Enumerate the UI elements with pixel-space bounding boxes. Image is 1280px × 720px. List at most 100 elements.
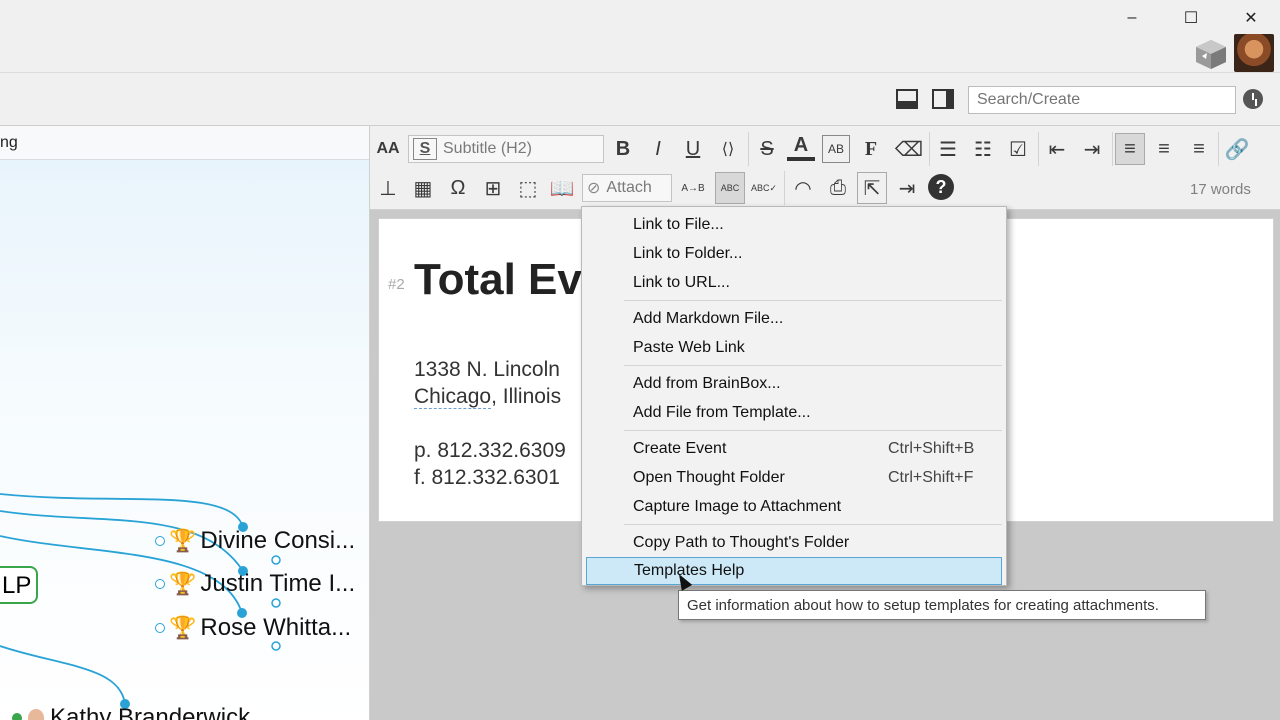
incognito-icon[interactable]: ◠ <box>789 174 817 202</box>
thought-node[interactable]: 🏆 Rose Whitta... <box>155 614 351 642</box>
fax-text[interactable]: f. 812.332.6301 <box>414 466 560 490</box>
menu-item-label: Templates Help <box>634 562 745 579</box>
menu-separator <box>624 300 1002 301</box>
node-connector-icon[interactable] <box>155 623 165 633</box>
search-input[interactable] <box>968 86 1236 114</box>
document-heading[interactable]: Total Eve <box>414 255 606 305</box>
toolbar-divider <box>929 132 930 166</box>
align-left-icon[interactable]: ≡ <box>1115 133 1145 165</box>
menu-item-copy-path[interactable]: Copy Path to Thought's Folder <box>586 529 1002 557</box>
highlight-icon[interactable]: AB <box>822 135 850 163</box>
trophy-icon: 🏆 <box>169 528 197 553</box>
menu-item-label: Open Thought Folder <box>633 469 785 486</box>
menu-item-label: Link to File... <box>633 216 724 233</box>
crop-icon[interactable]: ⬚ <box>514 174 542 202</box>
print-icon[interactable]: ⎙ <box>824 174 852 202</box>
layout-right-icon[interactable] <box>932 89 954 109</box>
city-text: Chicago <box>414 385 492 409</box>
menu-separator <box>624 524 1002 525</box>
heading-level-marker: #2 <box>388 276 405 293</box>
word-count-icon[interactable]: ABC <box>715 172 745 204</box>
menu-item-capture-image[interactable]: Capture Image to Attachment <box>586 493 1002 521</box>
toolbar-divider <box>748 132 749 166</box>
attach-button[interactable]: ⊘ Attach <box>582 174 672 202</box>
thought-node[interactable]: Kathy Branderwick <box>12 704 250 720</box>
node-label: Justin Time I... <box>200 570 356 597</box>
node-label: Divine Consi... <box>200 527 356 554</box>
code-icon[interactable]: ⟨⟩ <box>714 135 742 163</box>
node-connector-icon[interactable] <box>155 579 165 589</box>
bold-button[interactable]: B <box>609 135 637 163</box>
font-color-icon[interactable]: A <box>787 133 815 161</box>
align-right-icon[interactable]: ≡ <box>1185 135 1213 163</box>
menu-item-label: Link to URL... <box>633 274 730 291</box>
strikethrough-button[interactable]: S <box>753 135 781 163</box>
node-connector-icon[interactable] <box>12 713 22 720</box>
presentation-icon[interactable]: ⇱ <box>857 172 887 204</box>
link-icon[interactable]: 🔗 <box>1223 135 1251 163</box>
font-size-icon[interactable]: AA <box>374 135 402 163</box>
collapse-icon[interactable]: ⇥ <box>893 174 921 202</box>
thought-node[interactable]: 🏆 Justin Time I... <box>155 570 355 598</box>
calendar-icon[interactable]: ▦ <box>409 174 437 202</box>
book-icon[interactable]: 📖 <box>548 174 576 202</box>
brainbox-icon[interactable] <box>1194 38 1228 70</box>
node-connector-icon[interactable] <box>155 536 165 546</box>
numbered-list-icon[interactable]: ☷ <box>969 135 997 163</box>
menu-separator <box>624 365 1002 366</box>
menu-item-add-from-brainbox[interactable]: Add from BrainBox... <box>586 370 1002 398</box>
menu-item-link-to-url[interactable]: Link to URL... <box>586 269 1002 297</box>
table-icon[interactable]: ⊞ <box>479 174 507 202</box>
address-line-2[interactable]: Chicago, Illinois <box>414 385 561 409</box>
maximize-button[interactable]: ☐ <box>1168 4 1214 32</box>
menu-item-paste-web-link[interactable]: Paste Web Link <box>586 334 1002 362</box>
person-icon <box>28 709 44 720</box>
user-avatar[interactable] <box>1234 34 1274 72</box>
horizontal-rule-icon[interactable]: ⊥ <box>374 174 402 202</box>
node-label: LP <box>2 572 32 599</box>
replace-icon[interactable]: A→B <box>679 174 707 202</box>
parent-thought-node[interactable]: LP <box>0 566 38 604</box>
thought-node[interactable]: 🏆 Divine Consi... <box>155 527 355 555</box>
checkbox-icon[interactable]: ☑ <box>1004 135 1032 163</box>
address-line-1[interactable]: 1338 N. Lincoln <box>414 358 560 382</box>
trophy-icon: 🏆 <box>169 571 197 596</box>
menu-item-label: Link to Folder... <box>633 245 743 262</box>
bullet-list-icon[interactable]: ☰ <box>934 135 962 163</box>
phone-text[interactable]: p. 812.332.6309 <box>414 439 566 463</box>
attach-context-menu: Link to File... Link to Folder... Link t… <box>581 206 1007 586</box>
menu-item-add-markdown-file[interactable]: Add Markdown File... <box>586 305 1002 333</box>
menu-item-label: Create Event <box>633 440 727 457</box>
layout-bottom-icon[interactable] <box>896 89 918 109</box>
mind-map-pane[interactable]: ng 🏆 Divine Consi... 🏆 Justin Time I... … <box>0 126 370 720</box>
menu-item-open-thought-folder[interactable]: Open Thought Folder Ctrl+Shift+F <box>586 464 1002 492</box>
style-select-value: Subtitle (H2) <box>443 140 532 157</box>
italic-button[interactable]: I <box>644 135 672 163</box>
spellcheck-icon[interactable]: ABC✓ <box>750 174 778 202</box>
menu-item-templates-help[interactable]: Templates Help <box>586 557 1002 585</box>
help-icon[interactable]: ? <box>928 174 954 200</box>
paperclip-icon: ⊘ <box>587 180 601 197</box>
indent-icon[interactable]: ⇥ <box>1078 135 1106 163</box>
close-button[interactable]: ✕ <box>1228 4 1274 32</box>
node-label: Kathy Branderwick <box>50 704 251 720</box>
paragraph-style-select[interactable]: S Subtitle (H2) <box>408 135 604 163</box>
menu-item-create-event[interactable]: Create Event Ctrl+Shift+B <box>586 435 1002 463</box>
title-bar: – ☐ ✕ <box>0 0 1280 72</box>
history-clock-icon[interactable] <box>1243 89 1263 109</box>
menu-item-link-to-file[interactable]: Link to File... <box>586 211 1002 239</box>
menu-item-add-file-from-template[interactable]: Add File from Template... <box>586 399 1002 427</box>
menu-item-shortcut: Ctrl+Shift+F <box>888 469 974 486</box>
eraser-icon[interactable]: ⌫ <box>895 135 923 163</box>
menu-item-link-to-folder[interactable]: Link to Folder... <box>586 240 1002 268</box>
menu-separator <box>624 430 1002 431</box>
menu-item-label: Capture Image to Attachment <box>633 498 842 515</box>
outdent-icon[interactable]: ⇤ <box>1043 135 1071 163</box>
minimize-button[interactable]: – <box>1109 4 1155 32</box>
underline-button[interactable]: U <box>679 135 707 163</box>
font-button[interactable]: F <box>857 135 885 163</box>
align-center-icon[interactable]: ≡ <box>1150 135 1178 163</box>
word-count: 17 words <box>1190 181 1251 198</box>
toolbar-divider <box>1218 132 1219 166</box>
omega-icon[interactable]: Ω <box>444 174 472 202</box>
